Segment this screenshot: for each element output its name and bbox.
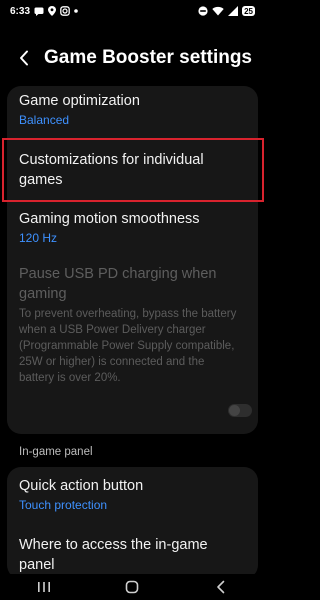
quick-action-title: Quick action button <box>19 478 144 494</box>
wifi-icon <box>212 6 224 16</box>
app-header: Game Booster settings <box>0 40 265 76</box>
back-button[interactable] <box>12 46 36 70</box>
battery-indicator: 25 <box>242 6 255 16</box>
nav-back-button[interactable] <box>201 575 241 599</box>
motion-smoothness-item[interactable]: Gaming motion smoothness 120 Hz <box>7 202 258 260</box>
home-icon <box>126 580 139 594</box>
settings-card: Game optimization Balanced Customization… <box>7 86 258 434</box>
toggle-knob <box>229 405 240 416</box>
recents-button[interactable] <box>24 575 64 599</box>
motion-smoothness-value: 120 Hz <box>19 231 58 245</box>
customizations-item[interactable]: Customizations for individual games <box>7 138 258 202</box>
navigation-bar <box>0 574 265 600</box>
instagram-icon <box>60 6 70 16</box>
quick-action-item[interactable]: Quick action button Touch protection <box>7 467 258 523</box>
back-icon <box>217 580 225 594</box>
home-button[interactable] <box>112 575 152 599</box>
status-right: 25 <box>198 6 255 16</box>
status-time: 6:33 <box>10 5 31 17</box>
message-icon <box>34 6 44 16</box>
chevron-left-icon <box>20 50 28 66</box>
customizations-title: Customizations for individual games <box>19 152 204 188</box>
game-optimization-item[interactable]: Game optimization Balanced <box>7 86 258 138</box>
game-optimization-title: Game optimization <box>19 93 140 109</box>
access-panel-title: Where to access the in-game panel <box>19 537 208 573</box>
dot-icon <box>74 6 78 16</box>
access-panel-item[interactable]: Where to access the in-game panel <box>7 523 258 579</box>
pause-usb-description: To prevent overheating, bypass the batte… <box>19 308 237 384</box>
status-left: 6:33 <box>10 6 78 17</box>
dnd-icon <box>198 6 208 16</box>
pause-usb-title: Pause USB PD charging when gaming <box>19 266 217 302</box>
recents-icon <box>38 582 51 592</box>
location-icon <box>48 6 57 16</box>
in-game-panel-card: Quick action button Touch protection Whe… <box>7 467 258 579</box>
pause-usb-toggle[interactable] <box>228 404 252 417</box>
game-optimization-value: Balanced <box>19 113 70 127</box>
motion-smoothness-title: Gaming motion smoothness <box>19 211 200 227</box>
pause-usb-item[interactable]: Pause USB PD charging when gaming To pre… <box>7 260 258 434</box>
section-header-in-game-panel: In-game panel <box>19 446 93 458</box>
screen: 6:33 25 Game Booster settings Game optim… <box>0 0 265 600</box>
status-bar: 6:33 25 <box>0 0 265 22</box>
signal-icon <box>228 6 239 16</box>
page-title: Game Booster settings <box>44 47 252 68</box>
quick-action-value: Touch protection <box>19 498 108 512</box>
